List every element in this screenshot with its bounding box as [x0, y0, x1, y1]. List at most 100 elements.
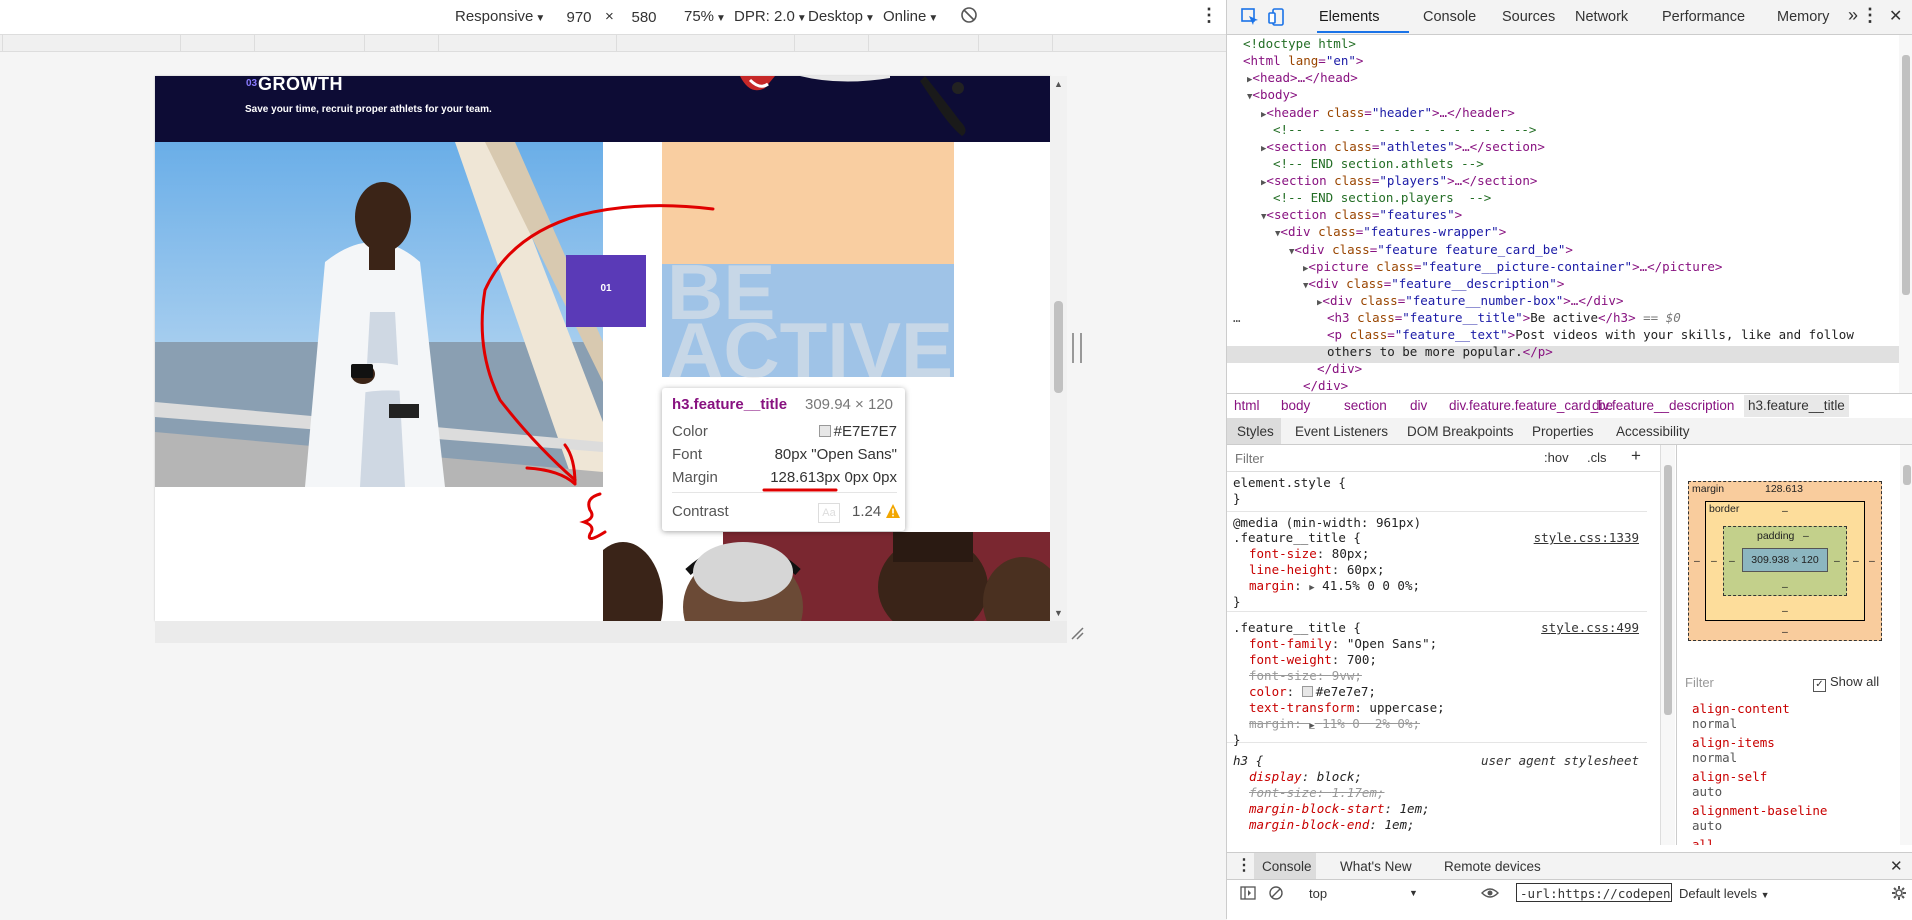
ruler-segment[interactable] — [794, 35, 867, 51]
scroll-up-arrow[interactable]: ▲ — [1054, 79, 1063, 89]
rotate-icon[interactable] — [960, 6, 978, 28]
style-declaration[interactable]: font-weight: 700; — [1249, 652, 1377, 668]
tab-network[interactable]: Network — [1575, 9, 1628, 25]
close-drawer-icon[interactable]: ✕ — [1890, 857, 1903, 875]
dom-comment[interactable]: <!-- END section.athlets --> — [1273, 155, 1484, 172]
add-rule-icon[interactable]: + — [1631, 446, 1641, 466]
dom-row-ellipsis[interactable]: … — [1233, 309, 1241, 326]
show-all-checkbox[interactable]: ✓ Show all — [1813, 674, 1879, 692]
checkbox-checked-icon[interactable]: ✓ — [1813, 679, 1826, 692]
more-tabs-icon[interactable]: » — [1848, 5, 1858, 26]
breadcrumb-feature-title[interactable]: h3.feature__title — [1744, 395, 1849, 417]
drawer-menu-icon[interactable]: ⋮ — [1236, 855, 1252, 875]
tab-accessibility[interactable]: Accessibility — [1616, 424, 1690, 439]
box-model-margin-top[interactable]: 128.613 — [1765, 483, 1803, 495]
computed-property[interactable]: alignment-baseline auto — [1692, 803, 1827, 833]
inspect-element-icon[interactable] — [1240, 7, 1260, 27]
device-type-select[interactable]: Desktop ▼ — [808, 8, 875, 25]
breadcrumb-body[interactable]: body — [1281, 398, 1310, 413]
dom-comment[interactable]: <!-- - - - - - - - - - - - - - --> — [1273, 121, 1536, 138]
box-model-border-bottom[interactable]: – — [1782, 605, 1788, 617]
ruler-segment[interactable] — [2, 35, 179, 51]
media-query-ruler[interactable] — [0, 35, 1226, 52]
rule-source-link[interactable]: style.css:499 — [1541, 620, 1639, 635]
breadcrumb-div[interactable]: div — [1410, 398, 1427, 413]
context-select[interactable]: top ▼ — [1309, 886, 1418, 901]
device-toolbar-icon[interactable] — [1267, 7, 1287, 27]
tab-properties[interactable]: Properties — [1532, 424, 1594, 439]
style-declaration[interactable]: line-height: 60px; — [1249, 562, 1385, 578]
box-model-padding-right[interactable]: – — [1834, 555, 1840, 567]
style-declaration[interactable]: margin: ▶ 41.5% 0 0 0%; — [1249, 578, 1420, 596]
ruler-segment[interactable] — [868, 35, 977, 51]
tab-sources[interactable]: Sources — [1502, 9, 1555, 25]
drawer-tab-remote-devices[interactable]: Remote devices — [1444, 859, 1541, 874]
breadcrumb-feature-description[interactable]: div.feature__description — [1592, 398, 1734, 413]
ruler-segment[interactable] — [616, 35, 793, 51]
dom-div-close[interactable]: </div> — [1317, 360, 1362, 377]
ruler-segment[interactable] — [180, 35, 253, 51]
dom-p-feature-text[interactable]: <p class="feature__text">Post videos wit… — [1327, 326, 1854, 343]
tab-styles[interactable]: Styles — [1237, 424, 1274, 439]
rule-selector[interactable]: .feature__title { — [1233, 530, 1361, 546]
ruler-segment[interactable] — [438, 35, 615, 51]
resize-handle-corner[interactable] — [1070, 626, 1084, 640]
breadcrumb-section[interactable]: section — [1344, 398, 1387, 413]
box-model-margin-right[interactable]: – — [1869, 555, 1875, 567]
network-throttle-select[interactable]: Online ▼ — [883, 8, 938, 25]
style-declaration-overridden[interactable]: font-size: 9vw; — [1249, 668, 1362, 684]
box-model-border-right[interactable]: – — [1853, 555, 1859, 567]
dom-comment[interactable]: <!-- END section.players --> — [1273, 189, 1491, 206]
gear-icon[interactable] — [1891, 885, 1907, 901]
dom-html[interactable]: <html lang="en"> — [1243, 52, 1363, 69]
devtools-menu-icon[interactable]: ⋮ — [1861, 5, 1879, 26]
zoom-select[interactable]: 75% ▼ — [684, 8, 726, 25]
style-declaration[interactable]: text-transform: uppercase; — [1249, 700, 1445, 716]
style-declaration[interactable]: font-size: 80px; — [1249, 546, 1369, 562]
tab-elements[interactable]: Elements — [1319, 9, 1379, 25]
computed-property[interactable]: all — [1692, 837, 1715, 845]
viewport-scrollbar[interactable]: ▲ ▼ — [1050, 76, 1067, 621]
computed-property[interactable]: align-items normal — [1692, 735, 1775, 765]
cls-toggle[interactable]: .cls — [1587, 450, 1607, 465]
styles-filter-input[interactable] — [1233, 449, 1537, 468]
tab-memory[interactable]: Memory — [1777, 9, 1829, 25]
box-model-border-top[interactable]: – — [1782, 505, 1788, 517]
box-model-margin-left[interactable]: – — [1694, 555, 1700, 567]
computed-scrollbar[interactable] — [1900, 445, 1912, 845]
ruler-segment[interactable] — [978, 35, 1051, 51]
dom-p-feature-text-cont[interactable]: others to be more popular.</p> — [1327, 343, 1553, 360]
console-filter-input[interactable]: -url:https://codepen.io — [1516, 883, 1672, 902]
style-declaration-overridden[interactable]: margin: ▶ 11% 0 2% 0%; — [1249, 716, 1420, 734]
box-model-padding-top[interactable]: – — [1803, 530, 1809, 542]
style-declaration-overridden[interactable]: font-size: 1.17em; — [1249, 785, 1384, 801]
ruler-segment[interactable] — [364, 35, 437, 51]
box-model-margin-bottom[interactable]: – — [1782, 626, 1788, 638]
dom-tree[interactable]: <!doctype html> <html lang="en"> ▶<head>… — [1227, 35, 1899, 393]
tab-console[interactable]: Console — [1423, 9, 1476, 25]
rule-source-link[interactable]: style.css:1339 — [1534, 530, 1639, 545]
rule-selector[interactable]: h3 { — [1233, 753, 1263, 769]
scrollbar-thumb[interactable] — [1903, 465, 1911, 485]
styles-scrollbar[interactable] — [1660, 445, 1675, 845]
box-model-content[interactable]: 309.938 × 120 — [1742, 548, 1828, 572]
tab-event-listeners[interactable]: Event Listeners — [1295, 424, 1388, 439]
style-declaration[interactable]: display: block; — [1249, 769, 1362, 785]
width-input[interactable]: 970 — [548, 5, 610, 31]
log-levels-select[interactable]: Default levels ▼ — [1679, 886, 1770, 901]
close-devtools-icon[interactable]: ✕ — [1889, 6, 1902, 26]
clear-console-icon[interactable] — [1268, 885, 1284, 901]
hov-toggle[interactable]: :hov — [1544, 450, 1569, 465]
dom-h3-feature-title[interactable]: <h3 class="feature__title">Be active</h3… — [1327, 309, 1681, 326]
scroll-down-arrow[interactable]: ▼ — [1054, 608, 1063, 618]
computed-property[interactable]: align-content normal — [1692, 701, 1790, 731]
drawer-tab-whats-new[interactable]: What's New — [1340, 859, 1412, 874]
computed-property[interactable]: align-self auto — [1692, 769, 1767, 799]
style-declaration[interactable]: margin-block-end: 1em; — [1249, 817, 1415, 833]
color-swatch[interactable] — [1301, 686, 1313, 697]
height-input[interactable]: 580 — [613, 5, 675, 31]
scrollbar-thumb[interactable] — [1664, 465, 1672, 715]
more-options-icon[interactable]: ⋮ — [1200, 5, 1218, 26]
style-declaration[interactable]: color: #e7e7e7; — [1249, 684, 1376, 700]
breadcrumb-html[interactable]: html — [1234, 398, 1260, 413]
